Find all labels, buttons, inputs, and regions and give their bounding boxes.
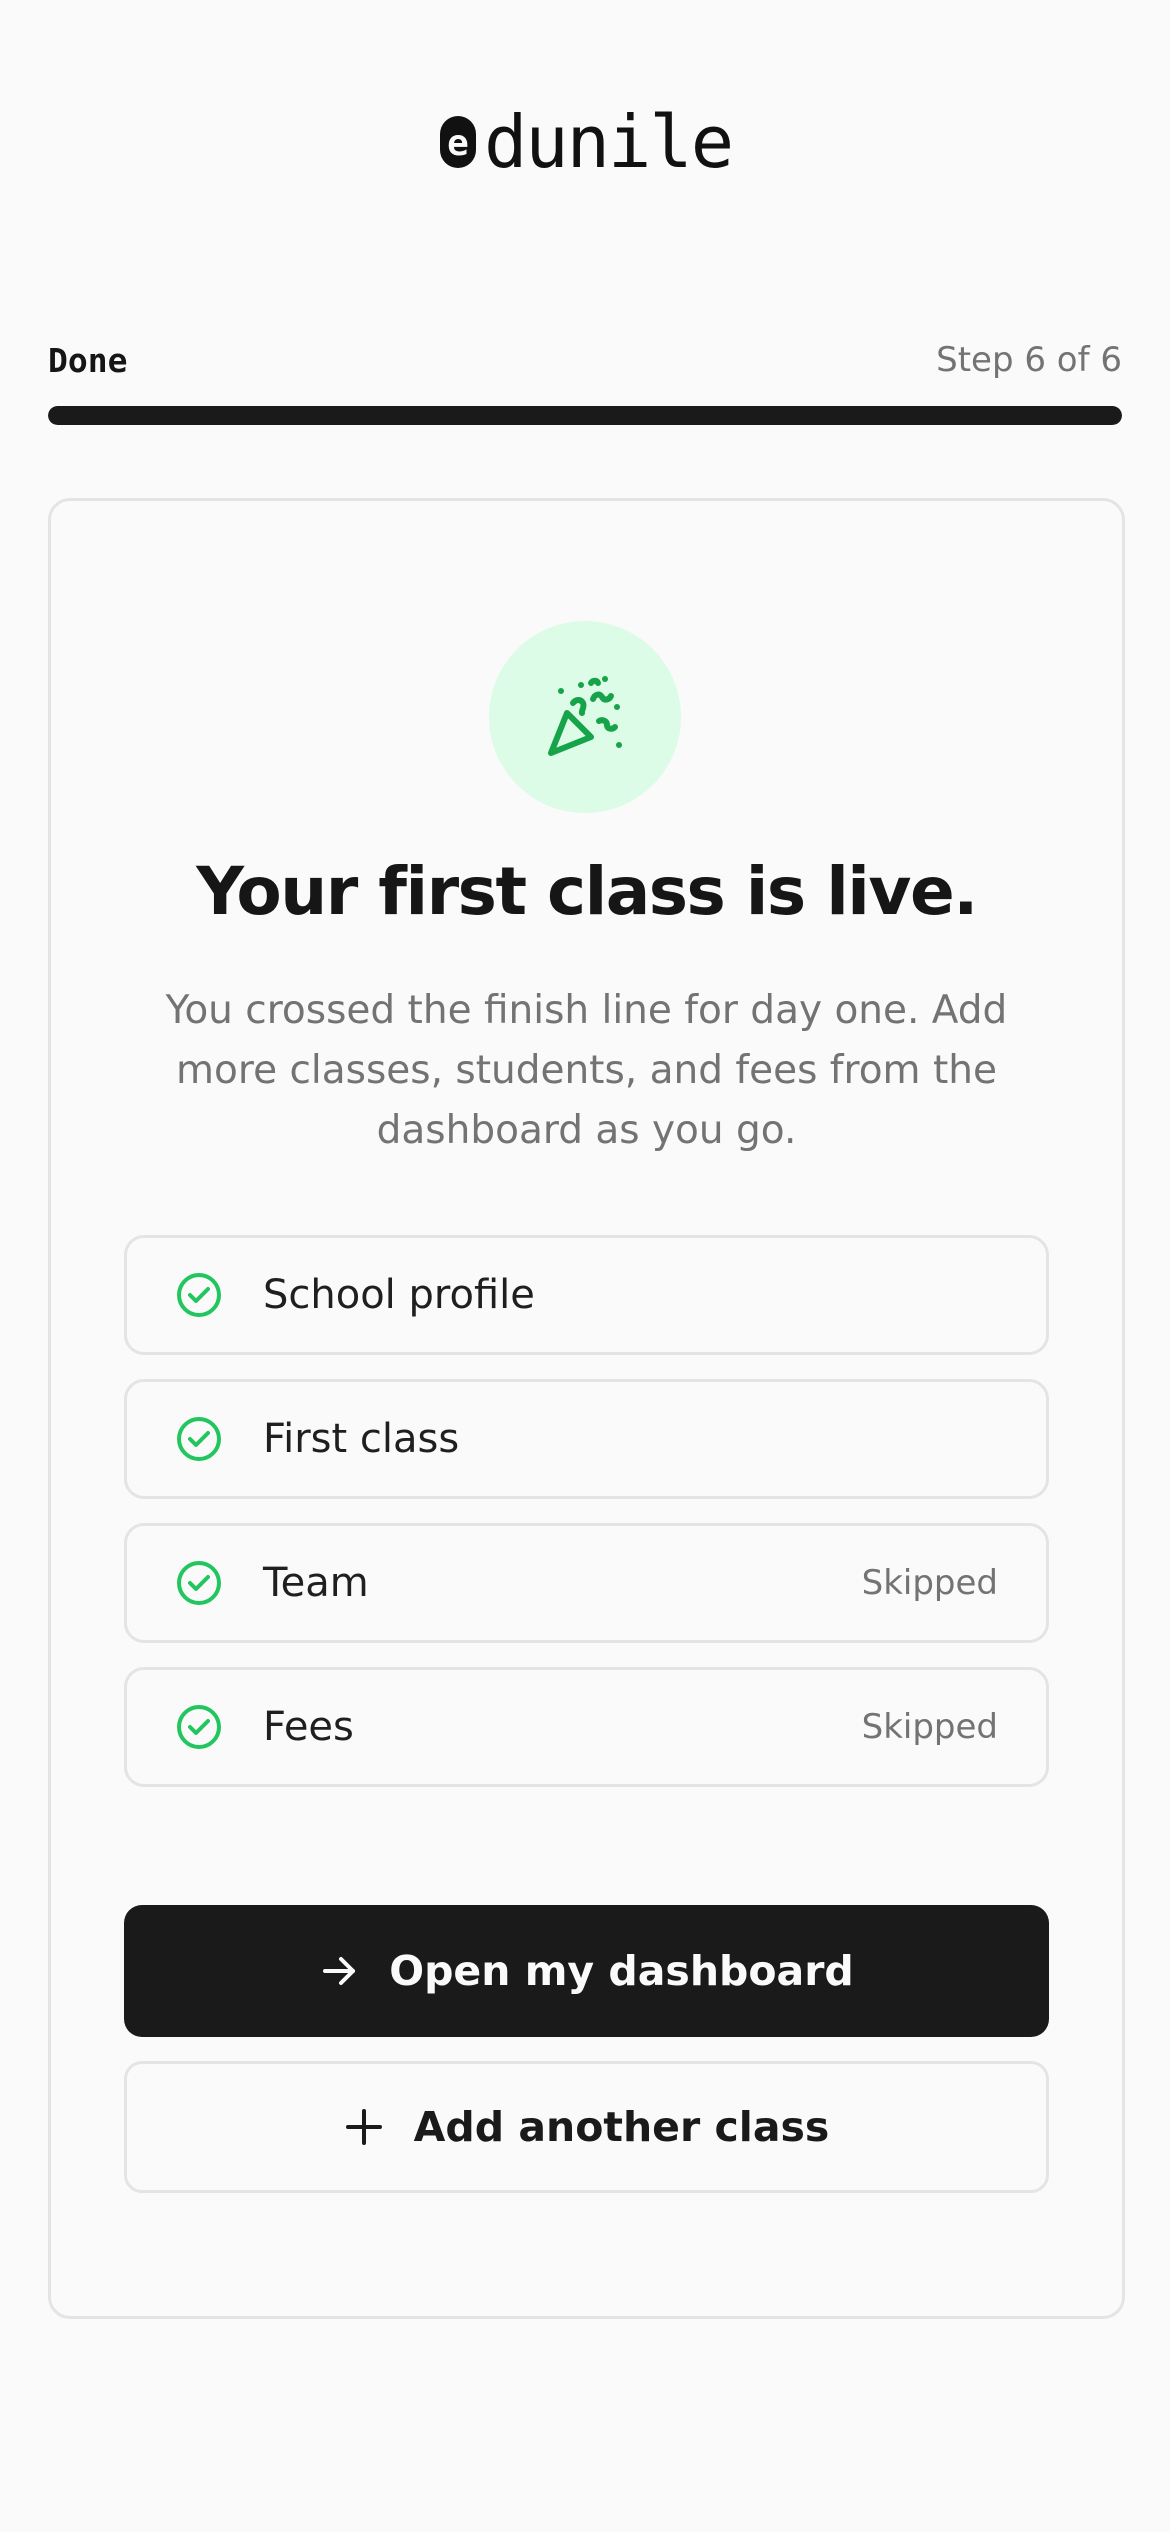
add-another-class-label: Add another class (413, 2103, 830, 2151)
app-logo: e dunile (0, 102, 1170, 182)
checklist-item-label: First class (263, 1416, 460, 1462)
checklist-item-label: Team (263, 1560, 369, 1606)
arrow-right-icon (323, 1957, 356, 1985)
step-counter: Step 6 of 6 (936, 340, 1122, 380)
checklist-item-team: Team Skipped (124, 1523, 1049, 1643)
add-another-class-button[interactable]: Add another class (124, 2061, 1049, 2193)
page-subtitle: You crossed the finish line for day one.… (165, 988, 1008, 1153)
check-circle-icon (177, 1705, 221, 1749)
checklist-item-label: School profile (263, 1272, 535, 1318)
check-circle-icon (177, 1273, 221, 1317)
logo-mark-letter: e (447, 123, 469, 164)
check-circle-icon (177, 1417, 221, 1461)
open-dashboard-button[interactable]: Open my dashboard (124, 1905, 1049, 2037)
progress-bar (48, 406, 1122, 425)
check-circle-icon (177, 1561, 221, 1605)
open-dashboard-label: Open my dashboard (389, 1947, 854, 1995)
skipped-badge: Skipped (861, 1707, 998, 1747)
checklist-item-school-profile: School profile (124, 1235, 1049, 1355)
progress-label: Done (48, 340, 128, 380)
progress-bar-fill (48, 406, 1122, 425)
logo-mark-icon: e (439, 116, 476, 168)
plus-icon (345, 2109, 382, 2145)
party-popper-icon (489, 621, 681, 813)
logo-wordmark: dunile (483, 100, 734, 184)
skipped-badge: Skipped (861, 1563, 998, 1603)
completion-card: Your first class is live. You crossed th… (48, 498, 1125, 2319)
page-title: Your first class is live. (196, 853, 978, 930)
checklist-item-fees: Fees Skipped (124, 1667, 1049, 1787)
checklist-item-first-class: First class (124, 1379, 1049, 1499)
progress-header: Done Step 6 of 6 (48, 336, 1122, 384)
setup-checklist: School profile First class Team Skipped (124, 1235, 1049, 1811)
checklist-item-label: Fees (263, 1704, 354, 1750)
